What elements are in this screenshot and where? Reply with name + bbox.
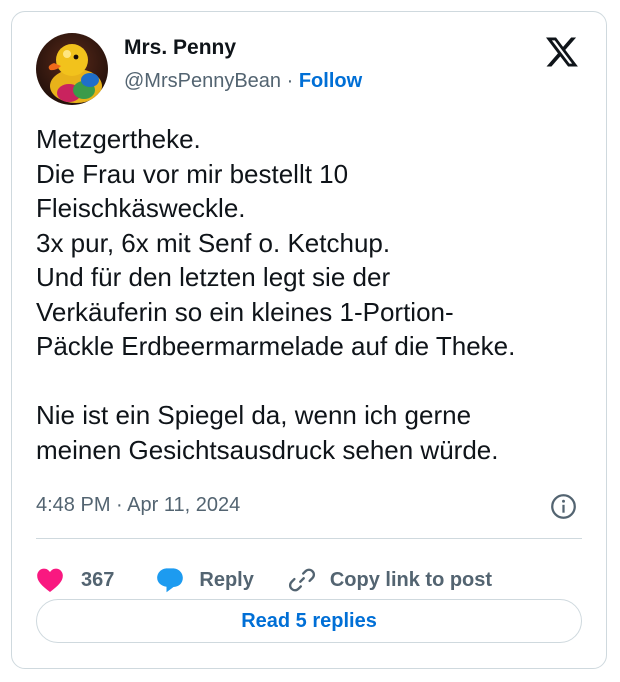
author-handle[interactable]: @MrsPennyBean bbox=[124, 70, 281, 92]
tweet-text: Metzgertheke. Die Frau vor mir bestellt … bbox=[36, 122, 592, 467]
tweet-card: Mrs. Penny @MrsPennyBean · Follow Metzge… bbox=[11, 11, 607, 669]
reply-button[interactable]: Reply bbox=[156, 567, 254, 593]
handle-separator: · bbox=[281, 70, 299, 92]
copy-link-button[interactable]: Copy link to post bbox=[288, 566, 492, 594]
tweet-line: Nie ist ein Spiegel da, wenn ich gerne bbox=[36, 400, 472, 430]
rubber-duck-avatar-icon bbox=[36, 33, 108, 105]
link-icon bbox=[288, 568, 315, 592]
tweet-line: Metzgertheke. bbox=[36, 124, 201, 154]
tweet-timestamp[interactable]: 4:48 PM · Apr 11, 2024 bbox=[36, 494, 240, 517]
reply-bubble-icon bbox=[157, 568, 184, 593]
tweet-line: Die Frau vor mir bestellt 10 bbox=[36, 158, 349, 189]
heart-icon bbox=[37, 568, 63, 593]
tweet-line: Fleischkäsweckle. bbox=[36, 193, 246, 223]
author-display-name[interactable]: Mrs. Penny bbox=[124, 36, 236, 60]
like-button[interactable]: 367 bbox=[36, 567, 114, 593]
reply-label: Reply bbox=[199, 568, 254, 591]
tweet-line: 3x pur, 6x mit Senf o. Ketchup. bbox=[36, 227, 391, 258]
like-count: 367 bbox=[81, 568, 115, 591]
read-replies-button[interactable]: Read 5 replies bbox=[36, 599, 582, 643]
tweet-line: Und für den letzten legt sie der bbox=[36, 262, 391, 292]
tweet-line: Verkäuferin so ein kleines 1-Portion- bbox=[36, 296, 454, 327]
tweet-line: Päckle Erdbeermarmelade auf die Theke. bbox=[36, 331, 516, 361]
divider bbox=[36, 538, 582, 539]
copy-link-label: Copy link to post bbox=[329, 568, 493, 591]
follow-button[interactable]: Follow bbox=[299, 70, 362, 92]
x-logo-icon[interactable] bbox=[546, 37, 578, 67]
author-handle-line: @MrsPennyBean · Follow bbox=[124, 70, 362, 93]
tweet-line: meinen Gesichtsausdruck sehen würde. bbox=[36, 434, 499, 465]
avatar[interactable] bbox=[36, 33, 108, 105]
action-bar: 367 Reply Copy link to post bbox=[36, 564, 492, 596]
info-icon[interactable] bbox=[550, 493, 577, 520]
